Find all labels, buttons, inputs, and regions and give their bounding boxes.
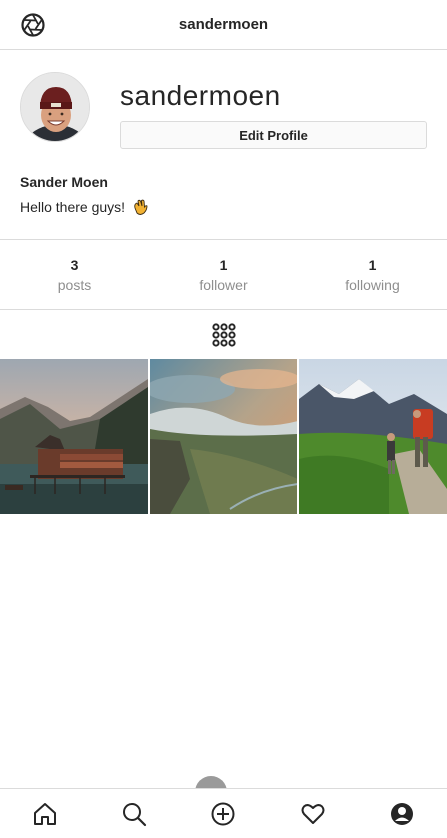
stat-following-label: following	[345, 276, 400, 293]
nav-profile[interactable]	[389, 801, 415, 827]
profile-stats: 3 posts 1 follower 1 following	[0, 240, 447, 310]
bottom-nav	[0, 788, 447, 838]
grid-icon[interactable]	[211, 322, 237, 348]
home-icon	[33, 802, 56, 825]
waving-hand-icon	[134, 199, 148, 215]
profile-username: sandermoen	[120, 80, 281, 111]
header-title: sandermoen	[178, 16, 269, 33]
photo-lake-cabin	[0, 359, 148, 514]
nav-activity[interactable]	[300, 801, 326, 827]
stat-posts-label: posts	[57, 276, 92, 293]
camera-aperture-icon[interactable]	[20, 12, 46, 38]
profile-bio: Hello there guys!	[20, 198, 149, 216]
heart-icon	[301, 803, 325, 824]
stat-posts-value: 3	[70, 256, 79, 273]
profile-icon	[391, 802, 414, 825]
top-bar: sandermoen	[0, 0, 447, 50]
stat-posts[interactable]: 3 posts	[0, 240, 149, 309]
search-icon	[123, 802, 147, 826]
photo-hikers-trail	[299, 359, 447, 514]
post-thumbnail[interactable]	[0, 359, 148, 514]
add-post-icon	[211, 802, 235, 825]
bio-text: Hello there guys!	[20, 199, 126, 215]
stat-followers-value: 1	[219, 256, 228, 273]
view-toggle	[0, 310, 447, 359]
post-thumbnail[interactable]	[299, 359, 447, 514]
nav-search[interactable]	[121, 801, 147, 827]
photo-mountain-valley	[149, 359, 298, 514]
posts-grid	[0, 359, 447, 514]
nav-home[interactable]	[32, 801, 58, 827]
stat-following[interactable]: 1 following	[298, 240, 447, 309]
post-thumbnail[interactable]	[149, 359, 298, 514]
edit-profile-button[interactable]: Edit Profile	[120, 121, 427, 149]
stat-followers[interactable]: 1 follower	[149, 240, 298, 309]
stat-following-value: 1	[368, 256, 377, 273]
nav-add-post[interactable]	[210, 801, 236, 827]
stat-followers-label: follower	[199, 276, 248, 293]
profile-section: sandermoen Edit Profile Sander Moen Hell…	[0, 50, 447, 240]
profile-full-name: Sander Moen	[20, 174, 108, 190]
avatar[interactable]	[20, 72, 90, 142]
